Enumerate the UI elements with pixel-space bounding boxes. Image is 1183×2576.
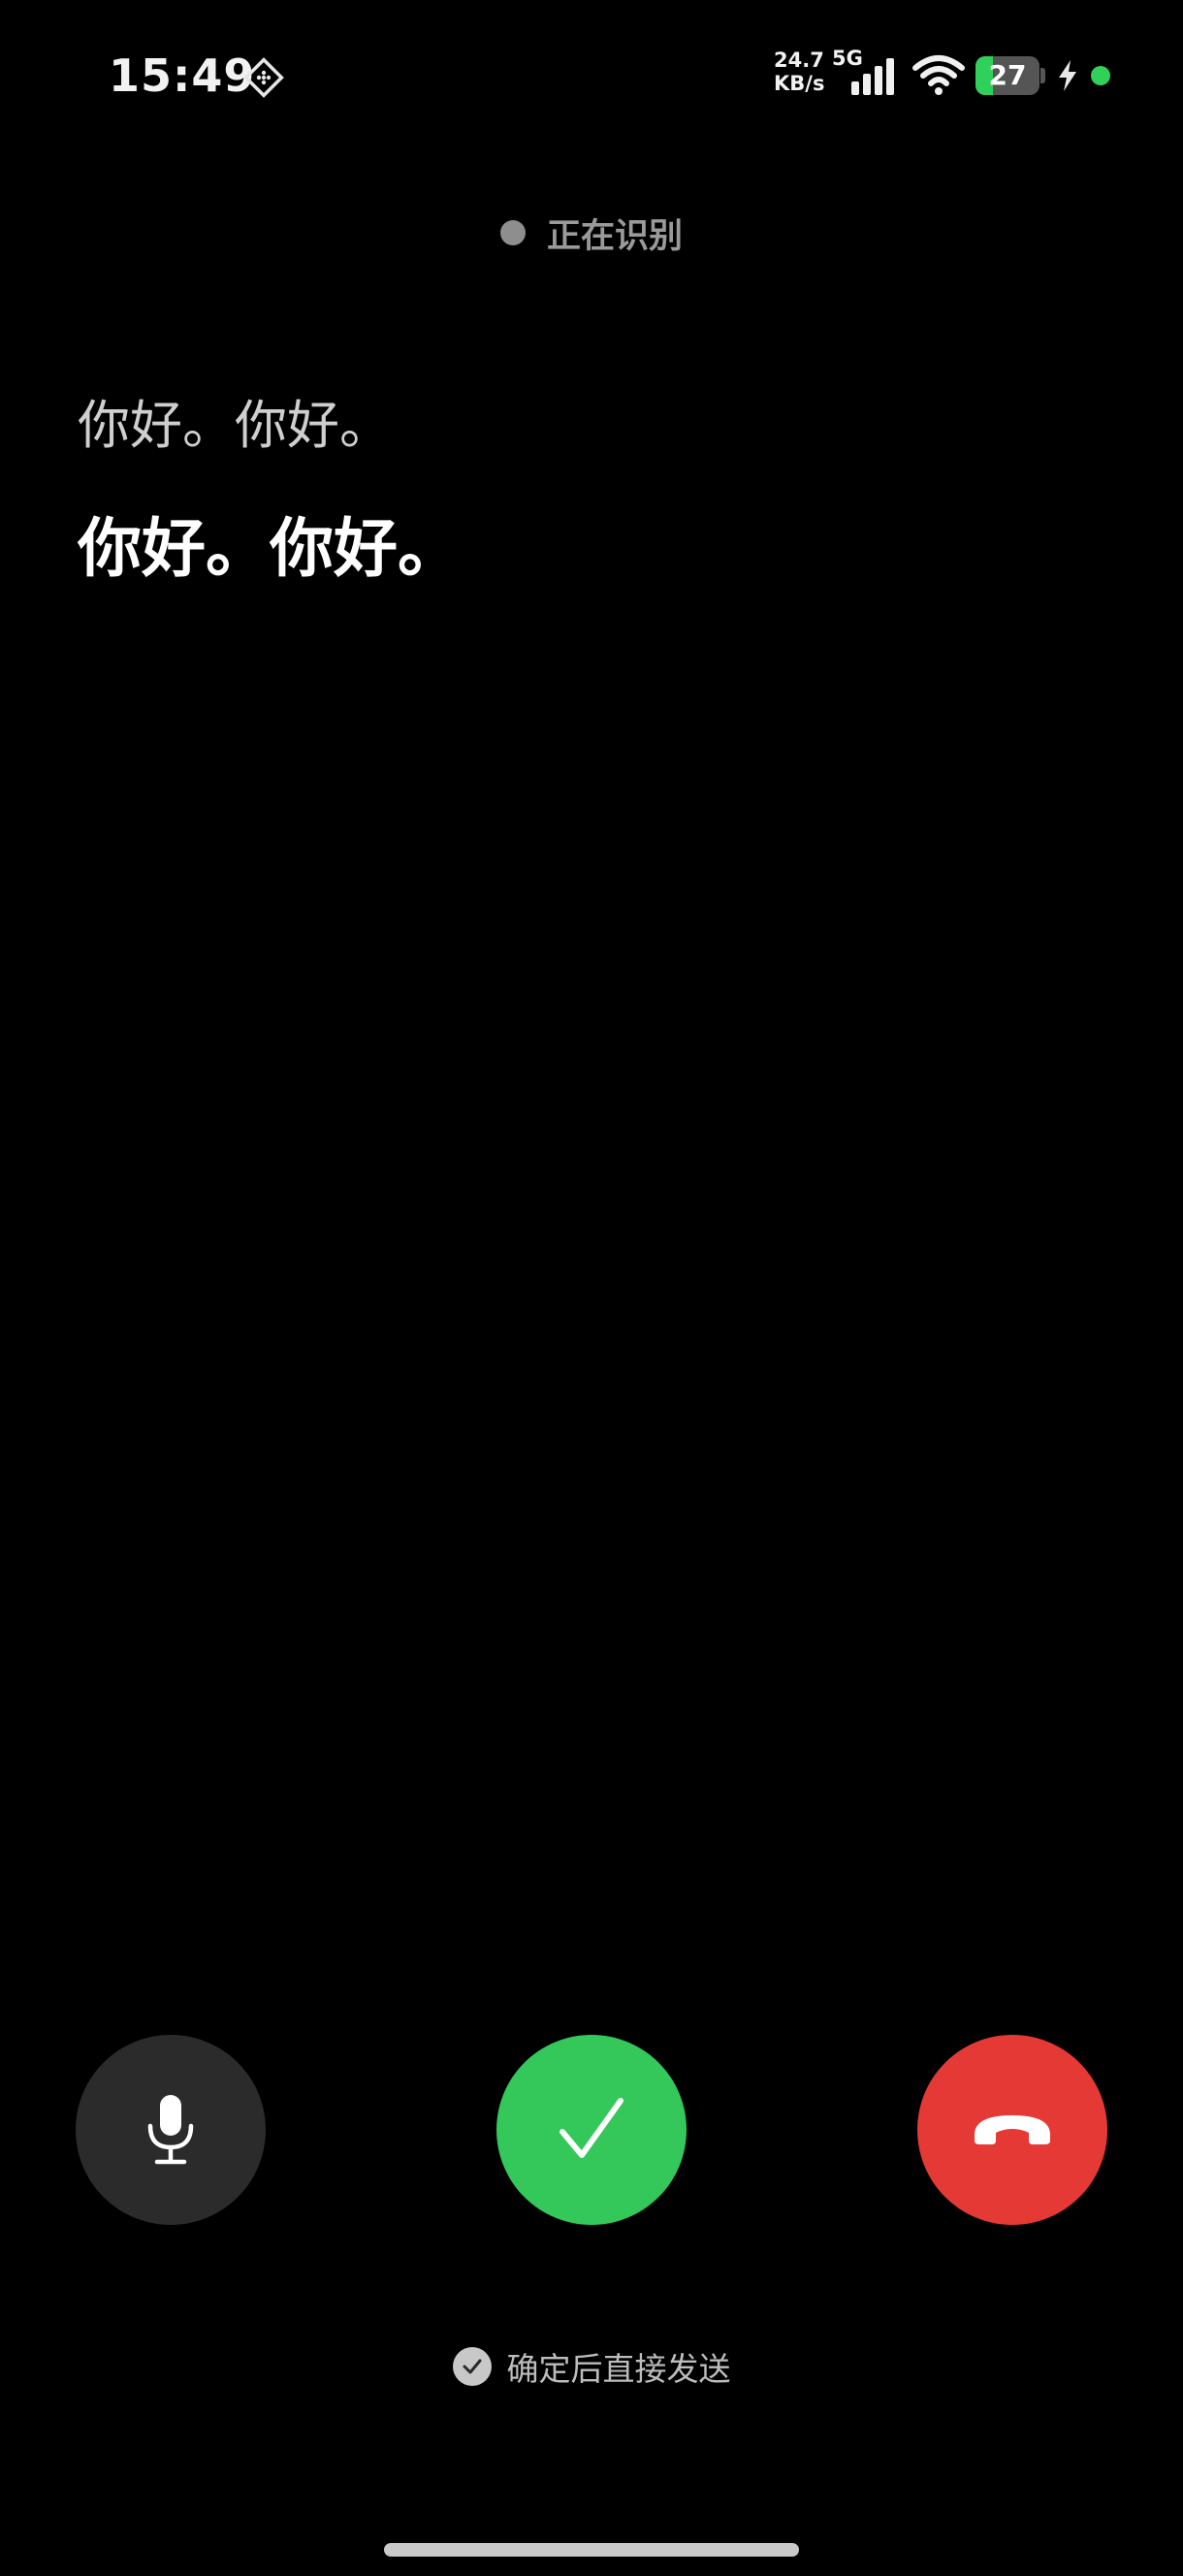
checkbox-checked-icon[interactable] — [452, 2347, 492, 2386]
app-diamond-icon — [243, 57, 284, 98]
microphone-icon — [147, 2095, 194, 2165]
status-bar: 15:49 24.7 KB/s 5G 27 — [0, 0, 1183, 155]
transcript-previous: 你好。你好。 — [78, 395, 392, 456]
wifi-icon — [912, 55, 965, 95]
confirm-button[interactable] — [496, 2035, 687, 2225]
network-speed: 24.7 KB/s — [774, 48, 825, 95]
recognition-status: 正在识别 — [0, 206, 1183, 260]
check-mark-small-icon — [463, 2359, 481, 2374]
battery-body: 27 — [975, 56, 1039, 95]
transcript-current: 你好。你好。 — [78, 511, 462, 586]
send-after-confirm-option[interactable]: 确定后直接发送 — [0, 2339, 1183, 2394]
hang-up-button[interactable] — [917, 2035, 1107, 2225]
checkmark-icon — [560, 2098, 623, 2158]
recognition-status-text: 正在识别 — [546, 216, 683, 256]
battery-cap — [1040, 68, 1045, 83]
battery-level: 27 — [988, 59, 1027, 91]
home-indicator[interactable] — [384, 2543, 799, 2557]
cellular-signal-icon — [851, 58, 894, 95]
recording-dot-icon — [499, 220, 526, 245]
charging-bolt-icon — [1059, 60, 1076, 91]
status-time: 15:49 — [109, 49, 256, 102]
hang-up-phone-icon — [975, 2115, 1050, 2144]
microphone-button[interactable] — [76, 2035, 266, 2225]
send-after-confirm-label: 确定后直接发送 — [506, 2350, 731, 2388]
privacy-indicator-dot — [1091, 66, 1110, 85]
battery-indicator: 27 — [975, 56, 1045, 95]
